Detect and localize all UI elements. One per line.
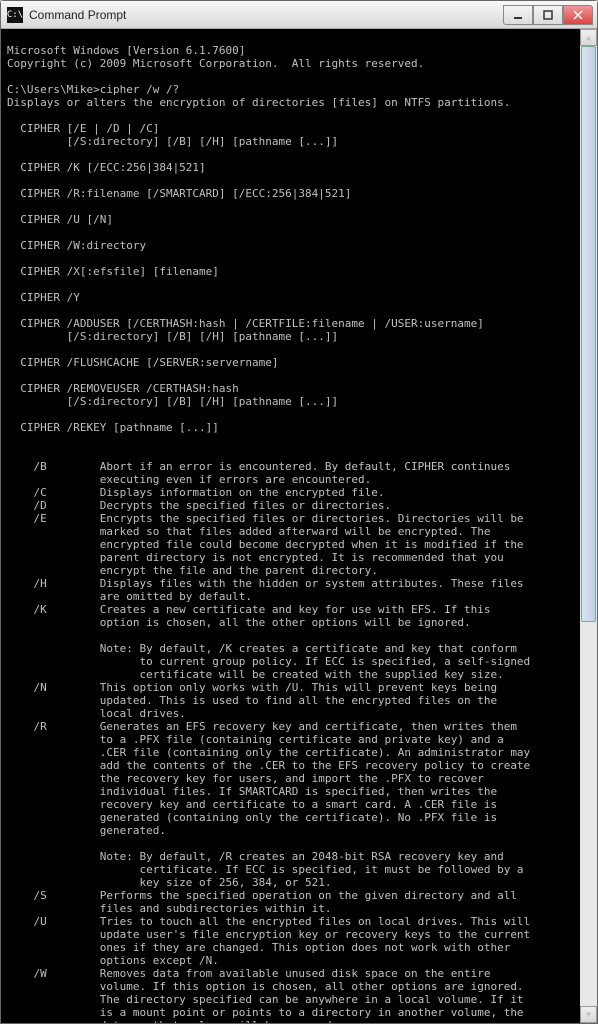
header-line-2: Copyright (c) 2009 Microsoft Corporation… bbox=[7, 57, 424, 70]
vertical-scrollbar[interactable]: ▲ ▼ bbox=[580, 29, 597, 1023]
scroll-thumb[interactable] bbox=[581, 46, 596, 622]
window-title: Command Prompt bbox=[29, 8, 503, 22]
command-prompt-window: C:\ Command Prompt Microsoft Windows [Ve… bbox=[0, 0, 598, 1024]
syntax-block: CIPHER [/E | /D | /C] [/S:directory] [/B… bbox=[7, 122, 484, 434]
maximize-button[interactable] bbox=[533, 5, 563, 25]
close-button[interactable] bbox=[563, 5, 593, 25]
scroll-up-button[interactable]: ▲ bbox=[580, 29, 597, 46]
console-output[interactable]: Microsoft Windows [Version 6.1.7600] Cop… bbox=[1, 29, 597, 1023]
scroll-track[interactable] bbox=[580, 46, 597, 1006]
app-icon: C:\ bbox=[7, 7, 23, 23]
options-block: /B Abort if an error is encountered. By … bbox=[7, 460, 530, 1023]
prompt-command: cipher /w /? bbox=[100, 83, 179, 96]
titlebar[interactable]: C:\ Command Prompt bbox=[1, 1, 597, 29]
header-line-1: Microsoft Windows [Version 6.1.7600] bbox=[7, 44, 245, 57]
minimize-button[interactable] bbox=[503, 5, 533, 25]
prompt-path: C:\Users\Mike> bbox=[7, 83, 100, 96]
scroll-down-button[interactable]: ▼ bbox=[580, 1006, 597, 1023]
cipher-description: Displays or alters the encryption of dir… bbox=[7, 96, 510, 109]
window-controls bbox=[503, 5, 593, 25]
